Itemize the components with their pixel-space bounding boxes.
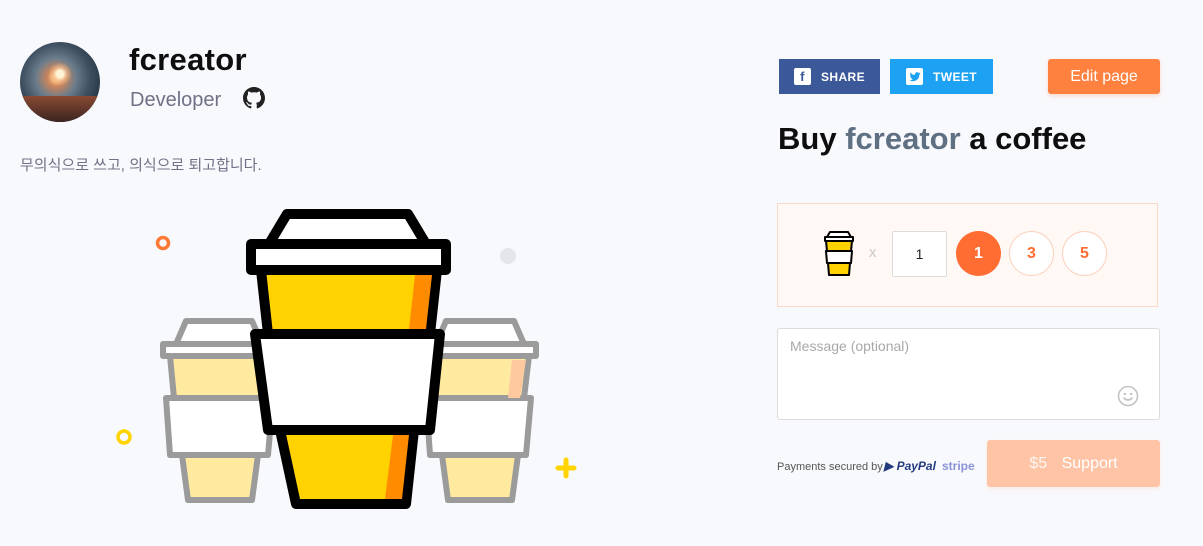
- payments-secured-label: Payments secured by: [777, 461, 883, 473]
- headline-suffix: a coffee: [969, 121, 1087, 156]
- plus-decoration: [555, 457, 577, 479]
- quantity-multiplier: x: [869, 244, 877, 261]
- github-icon[interactable]: [243, 87, 265, 109]
- facebook-share-button[interactable]: f SHARE: [779, 59, 880, 94]
- quantity-option-5[interactable]: 5: [1062, 231, 1107, 276]
- paypal-label: PayPal: [896, 459, 936, 473]
- paypal-logo: ▶ PayPal: [884, 459, 936, 473]
- support-amount: $5: [1029, 454, 1048, 472]
- grey-dot-decoration: [500, 248, 516, 264]
- twitter-icon: [906, 68, 923, 85]
- creator-role: Developer: [130, 89, 222, 111]
- coffee-quantity-input[interactable]: [892, 231, 947, 277]
- yellow-ring-decoration: [116, 429, 132, 445]
- twitter-tweet-label: TWEET: [933, 69, 977, 84]
- smiley-icon[interactable]: [1117, 385, 1139, 407]
- coffee-cup-icon: [824, 231, 854, 276]
- creator-name: fcreator: [129, 42, 247, 77]
- coffee-cups-illustration: [116, 209, 577, 509]
- quantity-option-1[interactable]: 1: [956, 231, 1001, 276]
- avatar-photo-glow: [48, 62, 72, 86]
- support-label: Support: [1061, 454, 1118, 472]
- stripe-logo: stripe: [942, 459, 975, 473]
- facebook-icon: f: [793, 68, 811, 85]
- support-headline: Buy fcreator a coffee: [778, 121, 1086, 157]
- message-input[interactable]: [777, 328, 1160, 420]
- avatar-photo-ground: [20, 96, 100, 122]
- main-cup: [246, 209, 451, 509]
- creator-bio: 무의식으로 쓰고, 의식으로 퇴고합니다.: [20, 157, 262, 174]
- support-button[interactable]: $5 Support: [987, 440, 1160, 487]
- headline-creator-name: fcreator: [845, 121, 961, 156]
- headline-prefix: Buy: [778, 121, 837, 156]
- facebook-share-label: SHARE: [820, 69, 865, 84]
- twitter-tweet-button[interactable]: TWEET: [890, 59, 993, 94]
- quantity-option-3[interactable]: 3: [1009, 231, 1054, 276]
- edit-page-button[interactable]: Edit page: [1048, 59, 1160, 94]
- avatar: [20, 42, 100, 122]
- orange-ring-decoration: [155, 235, 171, 251]
